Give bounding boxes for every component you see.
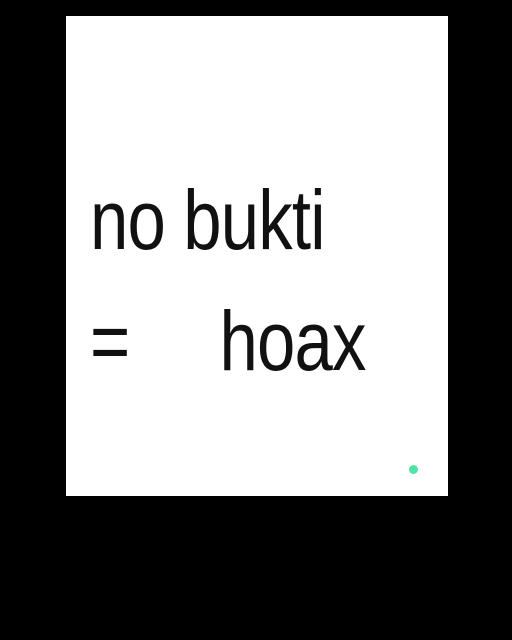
word-hoax: hoax (219, 294, 367, 388)
text-line-no-bukti: no bukti (90, 173, 326, 267)
equals-sign: = (90, 294, 130, 388)
text-line-equals-hoax: = hoax (90, 294, 366, 635)
green-dot-indicator (409, 465, 418, 474)
meme-card: no bukti = hoax (66, 16, 448, 496)
